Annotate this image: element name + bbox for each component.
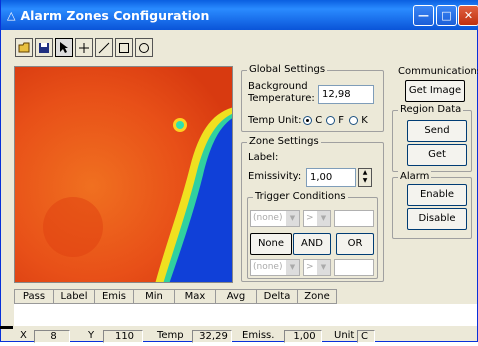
status-temp-label: Temp xyxy=(157,330,184,341)
column-pass[interactable]: Pass xyxy=(14,289,54,304)
region-data-title: Region Data xyxy=(398,104,464,115)
none-button[interactable]: None xyxy=(250,233,292,255)
zones-list-header: Pass Label Emis Min Max Avg Delta Zone xyxy=(14,289,337,304)
status-unit-label: Unit xyxy=(334,330,355,341)
emissivity-spinner-icon[interactable]: ▲ ▼ xyxy=(358,168,372,187)
minimize-button[interactable]: — xyxy=(413,5,434,26)
status-unit-value: C xyxy=(357,330,375,343)
alarm-title: Alarm xyxy=(398,171,432,182)
trigger-conditions-title: Trigger Conditions xyxy=(253,191,348,202)
unit-c-radio[interactable]: C xyxy=(303,115,322,126)
column-max[interactable]: Max xyxy=(174,289,216,304)
alarm-zones-window: △ Alarm Zones Configuration — □ ✕ Global… xyxy=(0,0,478,342)
toolbar xyxy=(15,38,155,58)
status-emiss-value: 1,00 xyxy=(284,330,322,343)
background-temperature-input[interactable]: 12,98 xyxy=(318,85,374,104)
get-button[interactable]: Get xyxy=(407,144,467,166)
and-button[interactable]: AND xyxy=(293,233,331,255)
rectangle-icon[interactable] xyxy=(115,38,133,57)
ellipse-icon[interactable] xyxy=(135,38,153,57)
unit-k-radio[interactable]: K xyxy=(349,115,368,126)
status-emiss-label: Emiss. xyxy=(242,330,275,341)
crosshair-icon[interactable] xyxy=(75,38,93,57)
trigger-operator-dropdown-2[interactable]: > ▼ xyxy=(303,259,331,276)
zone-settings-title: Zone Settings xyxy=(247,136,321,147)
communications-title: Communications xyxy=(398,66,478,77)
column-avg[interactable]: Avg xyxy=(215,289,257,304)
enable-button[interactable]: Enable xyxy=(407,184,467,206)
disable-button[interactable]: Disable xyxy=(407,208,467,230)
zones-list[interactable] xyxy=(14,304,477,326)
status-y-label: Y xyxy=(88,330,95,341)
status-x-label: X xyxy=(20,330,27,341)
warning-triangle-icon: △ xyxy=(7,8,16,22)
status-bar: X 8 Y 110 Temp 32,29 Emiss. 1,00 Unit C xyxy=(0,329,478,344)
emissivity-label: Emissivity: xyxy=(248,171,302,182)
unit-f-radio[interactable]: F xyxy=(326,115,344,126)
background-label-1: Background xyxy=(248,81,308,92)
trigger-field-dropdown-1[interactable]: (none) ▼ xyxy=(250,210,300,227)
save-icon[interactable] xyxy=(35,38,53,57)
send-button[interactable]: Send xyxy=(407,120,467,142)
maximize-button[interactable]: □ xyxy=(436,5,457,26)
column-delta[interactable]: Delta xyxy=(256,289,298,304)
trigger-value-input-2[interactable] xyxy=(334,259,374,276)
status-temp-value: 32,29 xyxy=(192,330,232,343)
trigger-operator-dropdown-1[interactable]: > ▼ xyxy=(303,210,331,227)
temp-unit-label: Temp Unit: xyxy=(248,115,302,126)
column-min[interactable]: Min xyxy=(133,289,175,304)
trigger-value-input-1[interactable] xyxy=(334,210,374,227)
column-emis[interactable]: Emis xyxy=(94,289,134,304)
trigger-field-dropdown-2[interactable]: (none) ▼ xyxy=(250,259,300,276)
or-button[interactable]: OR xyxy=(336,233,374,255)
thermal-image[interactable] xyxy=(14,66,233,283)
pointer-icon[interactable] xyxy=(55,38,73,57)
open-folder-icon[interactable] xyxy=(15,38,33,57)
column-label[interactable]: Label xyxy=(53,289,95,304)
line-icon[interactable] xyxy=(95,38,113,57)
global-settings-title: Global Settings xyxy=(247,64,328,75)
column-zone[interactable]: Zone xyxy=(297,289,337,304)
background-label-2: Temperature: xyxy=(248,93,315,104)
emissivity-input[interactable]: 1,00 xyxy=(306,168,356,187)
close-button[interactable]: ✕ xyxy=(458,5,478,26)
title-bar[interactable]: △ Alarm Zones Configuration — □ ✕ xyxy=(1,0,478,30)
zone-label-text: Label: xyxy=(248,152,279,163)
status-y-value: 110 xyxy=(103,330,143,343)
get-image-button[interactable]: Get Image xyxy=(405,80,465,102)
status-x-value: 8 xyxy=(34,330,70,343)
window-title: Alarm Zones Configuration xyxy=(20,7,210,23)
